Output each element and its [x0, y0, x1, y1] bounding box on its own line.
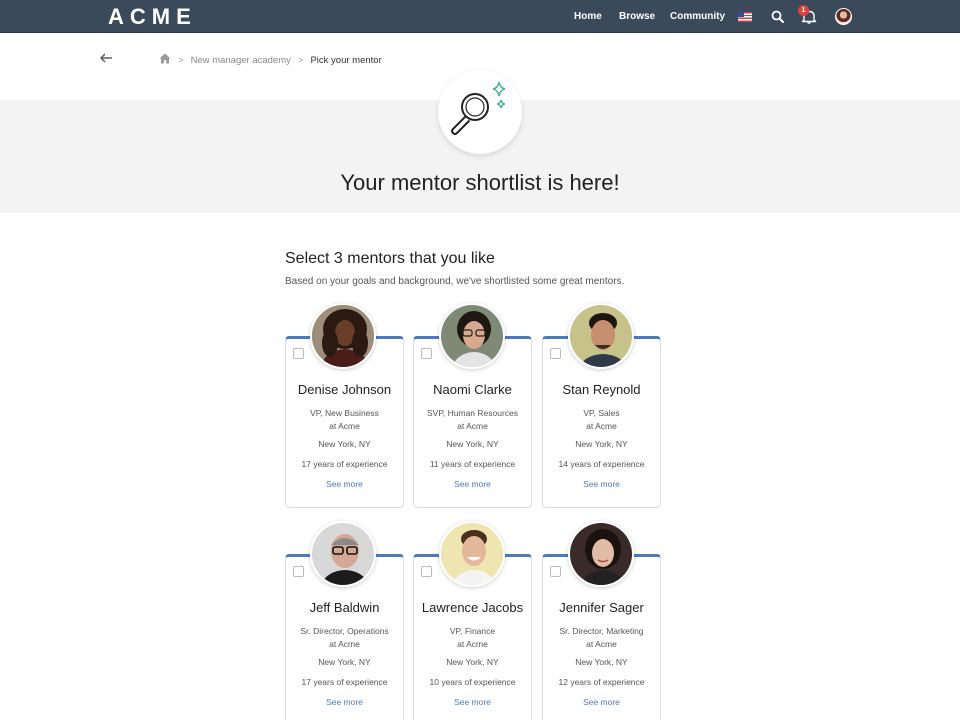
mentor-experience: 14 years of experience	[558, 459, 645, 469]
see-more-link[interactable]: See more	[543, 479, 660, 489]
mentor-select-checkbox[interactable]	[421, 348, 432, 359]
nav-browse[interactable]: Browse	[619, 11, 655, 22]
mentor-select-checkbox[interactable]	[421, 566, 432, 577]
mentor-photo-denise-johnson[interactable]	[310, 303, 376, 369]
mentor-select-checkbox[interactable]	[550, 566, 561, 577]
see-more-link[interactable]: See more	[286, 479, 403, 489]
mentor-location: New York, NY	[446, 439, 499, 449]
mentor-location: New York, NY	[446, 657, 499, 667]
section-title: Select 3 mentors that you like	[285, 250, 495, 267]
mentor-select-checkbox[interactable]	[293, 348, 304, 359]
user-avatar[interactable]	[835, 8, 852, 25]
page-title: Your mentor shortlist is here!	[340, 170, 620, 195]
hero-icon-circle	[438, 70, 522, 154]
top-navigation-bar: ACME Home Browse Community 1	[0, 0, 960, 33]
breadcrumb-current-page: Pick your mentor	[310, 54, 382, 66]
mentor-role: VP, Finance at Acme	[449, 626, 496, 649]
mentor-name: Lawrence Jacobs	[421, 600, 524, 615]
mentor-location: New York, NY	[318, 439, 371, 449]
acme-logo[interactable]: ACME	[108, 4, 197, 30]
mentor-role: VP, Sales at Acme	[583, 408, 620, 431]
mentor-experience: 17 years of experience	[301, 459, 388, 469]
magnifier-sparkle-icon	[451, 81, 506, 135]
mentor-name: Jennifer Sager	[559, 600, 644, 615]
mentor-role: Sr. Director, Marketing at Acme	[559, 626, 644, 649]
mentor-photo-stan-reynold[interactable]	[568, 303, 634, 369]
mentor-select-checkbox[interactable]	[293, 566, 304, 577]
nav-community[interactable]: Community	[670, 11, 725, 22]
see-more-link[interactable]: See more	[543, 697, 660, 707]
mentor-role: SVP, Human Resources at Acme	[426, 408, 519, 431]
mentor-location: New York, NY	[575, 657, 628, 667]
mentor-name: Naomi Clarke	[433, 382, 512, 397]
mentor-name: Jeff Baldwin	[309, 600, 380, 615]
mentor-experience: 17 years of experience	[301, 677, 388, 687]
see-more-link[interactable]: See more	[286, 697, 403, 707]
mentor-select-checkbox[interactable]	[550, 348, 561, 359]
breadcrumb-new-manager-academy[interactable]: New manager academy	[191, 55, 291, 66]
mentor-role: VP, New Business at Acme	[310, 408, 379, 431]
mentor-location: New York, NY	[318, 657, 371, 667]
mentor-experience: 10 years of experience	[429, 677, 516, 687]
mentor-experience: 11 years of experience	[429, 459, 516, 469]
breadcrumb-separator: >	[297, 54, 304, 66]
section-subtitle: Based on your goals and background, we'v…	[285, 276, 625, 287]
mentor-name: Stan Reynold	[562, 382, 641, 397]
notification-count-badge: 1	[798, 5, 809, 16]
mentor-experience: 12 years of experience	[558, 677, 645, 687]
mentor-photo-jeff-baldwin[interactable]	[310, 521, 376, 587]
mentor-role: Sr. Director, Operations at Acme	[300, 626, 389, 649]
see-more-link[interactable]: See more	[414, 697, 531, 707]
mentor-photo-jennifer-sager[interactable]	[568, 521, 634, 587]
nav-home[interactable]: Home	[574, 11, 602, 22]
us-flag-icon[interactable]	[738, 12, 752, 22]
mentor-location: New York, NY	[575, 439, 628, 449]
mentor-photo-lawrence-jacobs[interactable]	[439, 521, 505, 587]
breadcrumb-separator: >	[178, 54, 184, 66]
mentor-name: Denise Johnson	[297, 382, 392, 397]
search-icon[interactable]	[771, 10, 784, 28]
mentor-photo-naomi-clarke[interactable]	[439, 303, 505, 369]
home-icon[interactable]	[159, 53, 171, 67]
see-more-link[interactable]: See more	[414, 479, 531, 489]
back-arrow-icon[interactable]	[98, 50, 114, 71]
breadcrumb: > New manager academy > Pick your mentor	[159, 53, 382, 67]
